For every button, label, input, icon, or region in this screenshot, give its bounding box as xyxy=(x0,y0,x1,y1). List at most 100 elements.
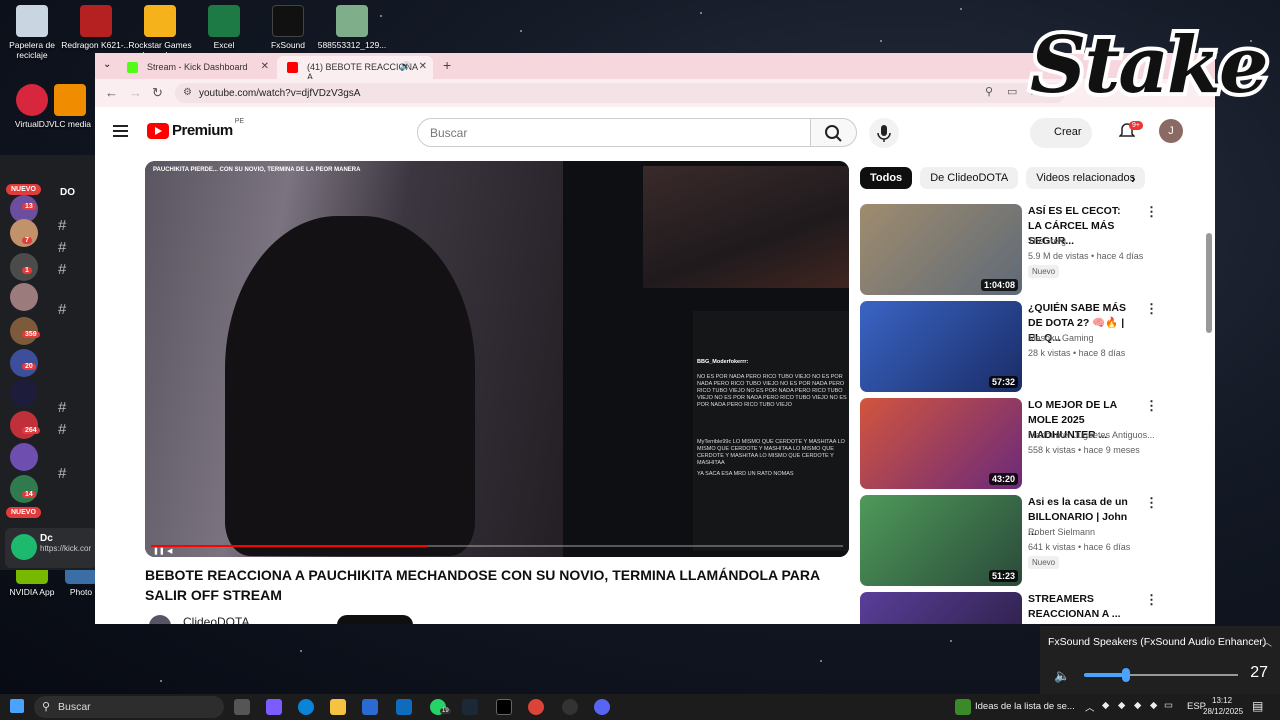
server-avatar[interactable] xyxy=(10,283,38,311)
taskbar-search[interactable]: ⚲ Buscar xyxy=(34,696,224,718)
chip-all[interactable]: Todos xyxy=(860,167,913,189)
desktop-icon-recycle-bin[interactable]: Papelera de reciclaje xyxy=(0,5,67,60)
create-button[interactable]: Crear xyxy=(1030,118,1092,148)
tab-list-icon[interactable]: ⌄ xyxy=(103,59,111,70)
server-avatar[interactable] xyxy=(10,379,38,407)
channel-hash-icon[interactable]: # xyxy=(58,301,66,318)
search-input[interactable]: Buscar xyxy=(417,118,811,147)
volume-slider-thumb[interactable] xyxy=(1121,668,1130,682)
audio-device-label[interactable]: FxSound Speakers (FxSound Audio Enhancer… xyxy=(1048,636,1266,648)
tab-youtube[interactable]: (41) BEBOTE REACCIONA A 🔊 ✕ xyxy=(277,56,433,82)
video-thumbnail[interactable] xyxy=(860,592,1022,624)
copilot-icon[interactable] xyxy=(266,699,282,715)
tray-app-icon[interactable]: ◆ xyxy=(1150,700,1157,711)
taskbar-notification-text[interactable]: Ideas de la lista de se... xyxy=(975,701,1075,712)
discord-icon[interactable] xyxy=(594,699,610,715)
clock-time[interactable]: 13:12 xyxy=(1212,696,1232,705)
steam-icon[interactable] xyxy=(462,699,478,715)
more-options-icon[interactable]: ⋮ xyxy=(1145,301,1158,317)
server-avatar[interactable] xyxy=(10,475,38,503)
notification-app-icon[interactable] xyxy=(955,699,971,715)
tray-app-icon[interactable]: ◆ xyxy=(1102,700,1109,711)
tray-app-icon[interactable]: ◆ xyxy=(1134,700,1141,711)
video-thumbnail[interactable]: 57:32 xyxy=(860,301,1022,392)
chip-from-channel[interactable]: De ClideoDOTA xyxy=(920,167,1019,189)
recommended-video[interactable]: 57:32 ¿QUIÉN SABE MÁS DE DOTA 2? 🧠🔥 | EL… xyxy=(860,301,1160,393)
channel-hash-icon[interactable]: # xyxy=(58,465,66,482)
kick-notification-card[interactable]: Dc https://kick.com xyxy=(5,528,97,568)
recommended-video[interactable]: 51:23 Asi es la casa de un BILLONARIO | … xyxy=(860,495,1160,587)
reload-icon[interactable]: ↻ xyxy=(152,85,163,101)
progress-bar[interactable] xyxy=(151,545,843,547)
volume-level: 27 xyxy=(1250,664,1268,681)
chrome-icon[interactable] xyxy=(528,699,544,715)
channel-hash-icon[interactable]: # xyxy=(58,421,66,438)
subscribe-button[interactable] xyxy=(337,615,413,624)
chip-related[interactable]: Videos relacionados xyxy=(1026,167,1146,189)
close-tab-icon[interactable]: ✕ xyxy=(419,61,427,72)
task-view-icon[interactable] xyxy=(234,699,250,715)
capcut-icon[interactable] xyxy=(496,699,512,715)
channel-hash-icon[interactable]: # xyxy=(58,261,66,278)
chevron-up-icon[interactable]: ︿ xyxy=(1262,634,1272,649)
video-title: BEBOTE REACCIONA A PAUCHIKITA MECHANDOSE… xyxy=(145,567,820,603)
search-button[interactable] xyxy=(810,118,857,147)
store-icon[interactable] xyxy=(362,699,378,715)
voice-search-button[interactable] xyxy=(869,118,899,148)
desktop-icon-vlc[interactable]: VLC media xyxy=(45,84,95,129)
desktop-icon-excel[interactable]: Excel xyxy=(189,5,259,50)
audio-playing-icon[interactable]: 🔊 xyxy=(400,61,411,72)
microphone-icon xyxy=(877,125,891,142)
channel-hash-icon[interactable]: # xyxy=(58,217,66,234)
video-thumbnail[interactable]: 1:04:08 xyxy=(860,204,1022,295)
obs-icon[interactable] xyxy=(562,699,578,715)
server-avatar[interactable] xyxy=(10,411,38,439)
outlook-icon[interactable] xyxy=(396,699,412,715)
more-options-icon[interactable]: ⋮ xyxy=(1145,398,1158,414)
video-thumbnail[interactable]: 43:20 xyxy=(860,398,1022,489)
windows-start-icon[interactable] xyxy=(10,699,24,713)
desktop-icon-fxsound[interactable]: FxSound xyxy=(253,5,323,50)
desktop-icon-image-file[interactable]: 588553312_129... xyxy=(317,5,387,50)
desktop-icon-rockstar[interactable]: Rockstar Games Launcher xyxy=(125,5,195,60)
server-avatar[interactable] xyxy=(10,443,38,471)
recommended-video[interactable]: STREAMERS REACCIONAN A ... ⋮ xyxy=(860,592,1160,624)
video-thumbnail[interactable]: 51:23 xyxy=(860,495,1022,586)
more-options-icon[interactable]: ⋮ xyxy=(1145,592,1158,608)
more-options-icon[interactable]: ⋮ xyxy=(1145,495,1158,511)
zoom-icon[interactable]: ⚲ xyxy=(985,85,993,98)
channel-hash-icon[interactable]: # xyxy=(58,239,66,256)
tray-overflow-icon[interactable]: ︿ xyxy=(1085,700,1095,714)
url-field[interactable]: ⚙ youtube.com/watch?v=djfVDzV3gsA xyxy=(175,83,1065,103)
video-player[interactable]: BBG_Moderfokerrr: NO ES POR NADA PERO RI… xyxy=(145,161,849,557)
recommended-video[interactable]: 1:04:08 ASÍ ES EL CECOT: LA CÁRCEL MÁS S… xyxy=(860,204,1160,296)
tray-app-icon[interactable]: ◆ xyxy=(1118,700,1125,711)
menu-icon[interactable] xyxy=(113,125,128,140)
install-app-icon[interactable]: ▭ xyxy=(1007,85,1017,98)
close-tab-icon[interactable]: ✕ xyxy=(261,61,269,72)
youtube-premium-logo[interactable]: Premium PE xyxy=(147,118,244,139)
network-icon[interactable]: ▭ xyxy=(1164,700,1173,711)
back-icon[interactable]: ← xyxy=(105,85,118,100)
edge-icon[interactable] xyxy=(298,699,314,715)
notification-center-icon[interactable]: ▤ xyxy=(1252,699,1263,713)
scrollbar[interactable] xyxy=(1206,233,1212,333)
new-tab-button[interactable]: + xyxy=(443,57,451,73)
forward-icon[interactable]: → xyxy=(129,85,142,100)
channel-hash-icon[interactable]: # xyxy=(58,399,66,416)
tab-kick-dashboard[interactable]: Stream - Kick Dashboard ✕ xyxy=(117,56,275,79)
file-explorer-icon[interactable] xyxy=(330,699,346,715)
pause-icon[interactable]: ❚❚ xyxy=(153,547,165,555)
chevron-right-icon[interactable]: › xyxy=(1131,170,1136,186)
recommended-video[interactable]: 43:20 LO MEJOR DE LA MOLE 2025 MADHUNTER… xyxy=(860,398,1160,490)
channel-name[interactable]: ClideoDOTA xyxy=(183,615,249,624)
user-avatar[interactable]: J xyxy=(1159,119,1183,143)
desktop-icon-redragon[interactable]: Redragon K621-... xyxy=(61,5,131,50)
clock-date[interactable]: 28/12/2025 xyxy=(1203,707,1243,716)
volume-icon[interactable]: ◀ xyxy=(167,547,172,555)
channel-avatar[interactable] xyxy=(149,615,171,624)
site-info-icon[interactable]: ⚙ xyxy=(183,87,192,98)
search-icon: ⚲ xyxy=(42,701,51,713)
speaker-icon[interactable]: 🔈 xyxy=(1054,668,1070,684)
more-options-icon[interactable]: ⋮ xyxy=(1145,204,1158,220)
